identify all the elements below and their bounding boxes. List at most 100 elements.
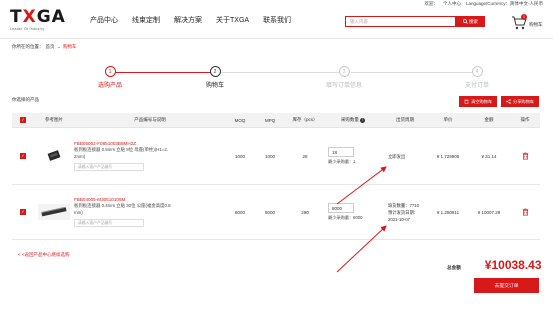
nav-item-solutions[interactable]: 解决方案	[174, 15, 202, 25]
product-info: FBB04005-M30510106M 板到板连接器 0.4mm 立贴 30位 …	[74, 197, 226, 227]
cart-label: 购物车	[529, 22, 543, 27]
clear-cart-button[interactable]: 清空购物车	[459, 96, 498, 107]
search-button[interactable]: 搜索	[456, 16, 485, 27]
share-icon	[506, 99, 511, 104]
min-quantity-text: 最少采购量：8000	[328, 215, 363, 220]
nav-item-products[interactable]: 产品中心	[90, 15, 118, 25]
breadcrumb-current: 购物车	[63, 44, 77, 49]
product-image[interactable]	[34, 150, 74, 162]
moq-value: 8000	[234, 209, 245, 215]
row-amount: ¥ 10007.29	[477, 209, 501, 215]
trash-icon	[522, 152, 528, 160]
total-label: 总金额	[447, 265, 461, 270]
quantity-cell: 18 最少采购量：1	[324, 147, 382, 165]
checkbox-checked-icon[interactable]: ✓	[20, 209, 26, 215]
order-total: 总金额 ¥10038.43	[447, 258, 542, 272]
table-row: ✓ FBB05002-F0851003B8MH2Z 板到板连接器 0.5mm 立…	[12, 128, 540, 185]
header-select-all[interactable]: ✓	[12, 117, 34, 123]
step-label: 购物车	[205, 83, 224, 89]
submit-order-button[interactable]: 去提交订单	[474, 278, 539, 293]
trash-icon	[464, 99, 469, 104]
connector-image	[38, 203, 70, 220]
step-number: 4	[471, 66, 483, 77]
header-divider	[0, 38, 553, 39]
min-quantity-text: 最少采购量：1	[328, 159, 356, 164]
quantity-input[interactable]: 18	[328, 147, 354, 157]
table-row: ✓ FBB04005-M30510106M 板到板连接器 0.4mm 立贴 30…	[12, 185, 540, 240]
step-label: 选购产品	[97, 83, 122, 89]
logo[interactable]: TXGA Leader Of Industry	[10, 9, 66, 32]
cart-button[interactable]: 1 购物车	[511, 14, 551, 30]
search-input[interactable]: 输入内容	[345, 16, 456, 27]
step-number: 3	[338, 66, 350, 77]
ship-cell: 立即发出	[382, 153, 428, 160]
breadcrumb-prefix: 你所在的位置：	[12, 44, 44, 49]
header-operation: 操作	[520, 117, 530, 122]
step-number: 1	[104, 66, 116, 77]
search-icon	[463, 19, 468, 24]
delete-row-button[interactable]	[510, 208, 540, 217]
clear-cart-label: 清空购物车	[471, 98, 493, 104]
nav-item-harness[interactable]: 线束定制	[132, 15, 160, 25]
header-price: 单价	[443, 117, 453, 122]
row-select[interactable]: ✓	[12, 153, 34, 159]
breadcrumb-separator: →	[56, 44, 62, 49]
cart-count-badge: 1	[521, 14, 527, 20]
checkbox-checked-icon[interactable]: ✓	[20, 153, 26, 159]
stock-value: 290	[301, 209, 309, 215]
step-select-products: 1 选购产品	[80, 66, 140, 89]
total-value: ¥10038.43	[484, 258, 542, 272]
header-image: 参考图片	[45, 117, 63, 122]
checkbox-checked-icon[interactable]: ✓	[20, 117, 26, 123]
continue-shopping-link[interactable]: < <返回产品中心继续选购	[18, 252, 70, 258]
header-part: 产品编号与说明	[134, 117, 166, 122]
info-icon[interactable]: !	[360, 118, 366, 123]
part-number-link[interactable]: FBB05002-F0851003B8MH2Z	[74, 141, 226, 146]
part-number-link[interactable]: FBB04005-M30510106M	[74, 197, 226, 202]
customer-part-input[interactable]: 请输入客户产品编号	[74, 163, 144, 171]
search-button-label: 搜索	[469, 18, 478, 24]
cart-actions: 清空购物车 分享购物车	[459, 96, 539, 107]
customer-part-input[interactable]: 请输入客户产品编号	[74, 219, 144, 227]
header-stock: 库存（pcs）	[292, 117, 318, 122]
ship-cell: 缺货数量：7710 预计发货日期： 2021-10-07	[382, 202, 428, 223]
breadcrumb-home[interactable]: 首页	[46, 44, 55, 50]
part-description-cont: 2mm)	[74, 153, 86, 159]
nav-item-about[interactable]: 关于TXGA	[216, 15, 249, 25]
row-amount: ¥ 31.14	[481, 153, 497, 159]
stock-value: 28	[302, 153, 308, 159]
step-number: 2	[209, 66, 221, 77]
quantity-input[interactable]: 8000	[328, 203, 354, 213]
cart-table: ✓ 参考图片 产品编号与说明 MOQ MPQ 库存（pcs） 采购数量 ! 出货…	[12, 113, 540, 240]
step-label: 支付订单	[464, 83, 489, 89]
table-header: ✓ 参考图片 产品编号与说明 MOQ MPQ 库存（pcs） 采购数量 ! 出货…	[12, 113, 540, 128]
header-moq: MOQ	[234, 117, 246, 123]
unit-price: ¥ 1.729905	[436, 153, 460, 159]
step-cart: 2 购物车	[185, 66, 245, 89]
step-label: 填写订单信息	[325, 83, 362, 89]
eta-date: 2021-10-07	[388, 216, 410, 222]
row-select[interactable]: ✓	[12, 209, 34, 215]
breadcrumb: 你所在的位置： 首页 → 购物车	[12, 44, 77, 50]
unit-price: ¥ 1.250911	[436, 209, 460, 215]
part-description-cont: mm)	[74, 209, 83, 215]
shortage-text: 缺货数量：7710	[388, 202, 420, 208]
logo-tagline: Leader Of Industry	[10, 27, 45, 31]
product-image[interactable]	[34, 203, 74, 221]
nav-item-contact[interactable]: 联系我们	[263, 15, 291, 25]
header-qty: 采购数量 !	[324, 117, 382, 123]
delete-row-button[interactable]	[510, 152, 540, 161]
header-mpq: MPQ	[264, 117, 276, 123]
header-amount: 金额	[484, 117, 494, 122]
site-header: TXGA Leader Of Industry 产品中心 线束定制 解决方案 关…	[0, 7, 553, 39]
moq-value: 1000	[234, 153, 245, 159]
share-cart-button[interactable]: 分享购物车	[501, 96, 539, 107]
step-fill-order: 3 填写订单信息	[314, 66, 374, 89]
ship-status: 立即发出	[388, 153, 406, 159]
quantity-cell: 8000 最少采购量：8000	[324, 203, 382, 221]
main-nav: 产品中心 线束定制 解决方案 关于TXGA 联系我们	[90, 15, 291, 25]
eta-label: 预计发货日期：	[388, 209, 419, 215]
selected-products-title: 你选择的产品	[12, 97, 39, 102]
trash-icon	[522, 208, 528, 216]
mpq-value: 8000	[264, 209, 275, 215]
